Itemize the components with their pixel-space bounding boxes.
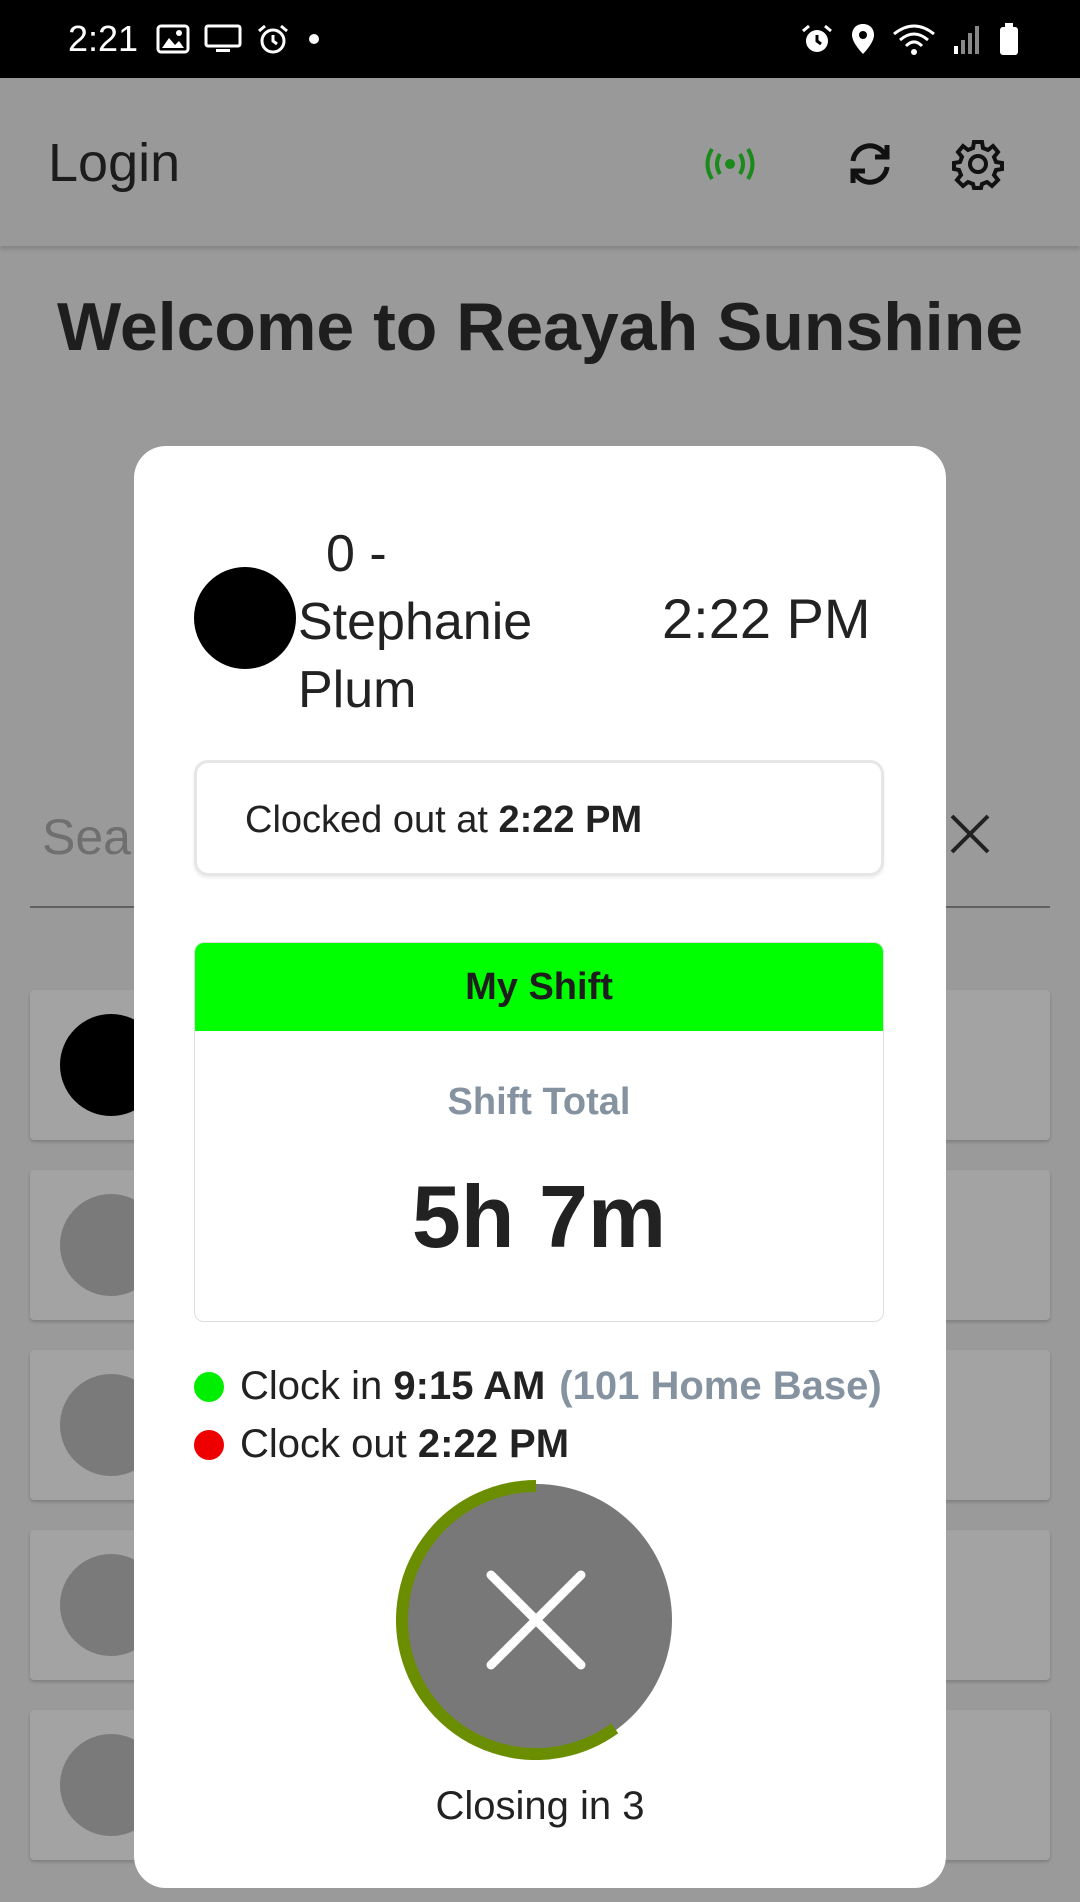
red-status-dot bbox=[194, 1429, 224, 1460]
employee-last-name: Plum bbox=[298, 661, 417, 719]
shift-total-value: 5h 7m bbox=[411, 1167, 667, 1266]
alarm-icon bbox=[256, 23, 290, 55]
employee-number: 0 - bbox=[326, 525, 387, 583]
settings-icon[interactable] bbox=[950, 136, 1006, 192]
employee-avatar bbox=[194, 567, 296, 669]
sync-icon[interactable] bbox=[842, 136, 898, 192]
clear-search-icon[interactable] bbox=[948, 812, 992, 856]
status-time: 2:21 bbox=[68, 18, 139, 59]
search-input[interactable]: Sea bbox=[42, 808, 131, 866]
clock-status-prefix: Clocked out at bbox=[245, 799, 488, 841]
welcome-heading: Welcome to Reayah Sunshine bbox=[56, 289, 1024, 365]
alarm-icon bbox=[800, 23, 834, 55]
location-icon bbox=[850, 22, 876, 56]
clock-status-time: 2:22 PM bbox=[498, 799, 643, 841]
shift-total-label: Shift Total bbox=[447, 1081, 631, 1123]
broadcast-icon[interactable] bbox=[702, 136, 758, 192]
clock-in-label: Clock in bbox=[240, 1364, 383, 1408]
green-status-dot bbox=[194, 1371, 224, 1402]
clock-out-dialog: 0 - Stephanie Plum 2:22 PM Clocked out a… bbox=[134, 446, 946, 1888]
clock-out-label: Clock out bbox=[240, 1422, 407, 1466]
clock-in-time: 9:15 AM bbox=[393, 1364, 546, 1408]
page-title: Login bbox=[48, 133, 181, 193]
image-icon bbox=[156, 24, 190, 54]
notification-dot-icon bbox=[304, 29, 324, 49]
clock-status: Clocked out at 2:22 PM bbox=[245, 799, 642, 842]
clock-in-row: Clock in 9:15 AM (101 Home Base) bbox=[194, 1364, 882, 1409]
close-button[interactable] bbox=[396, 1480, 676, 1760]
app-bar: Login bbox=[0, 78, 1080, 246]
employee-first-name: Stephanie bbox=[298, 593, 533, 651]
signal-icon bbox=[952, 22, 982, 56]
monitor-icon bbox=[204, 24, 242, 54]
current-time: 2:22 PM bbox=[662, 587, 871, 650]
wifi-icon bbox=[892, 22, 936, 56]
clock-status-box: Clocked out at 2:22 PM bbox=[194, 760, 884, 876]
clock-in-location: (101 Home Base) bbox=[559, 1364, 882, 1408]
shift-header: My Shift bbox=[195, 943, 883, 1031]
closing-countdown: Closing in 3 bbox=[435, 1784, 645, 1828]
clock-out-time: 2:22 PM bbox=[417, 1422, 570, 1466]
battery-icon bbox=[998, 22, 1020, 56]
clock-out-row: Clock out 2:22 PM bbox=[194, 1422, 569, 1467]
shift-card: My Shift Shift Total 5h 7m bbox=[194, 942, 884, 1322]
status-bar: 2:21 bbox=[0, 0, 1080, 78]
